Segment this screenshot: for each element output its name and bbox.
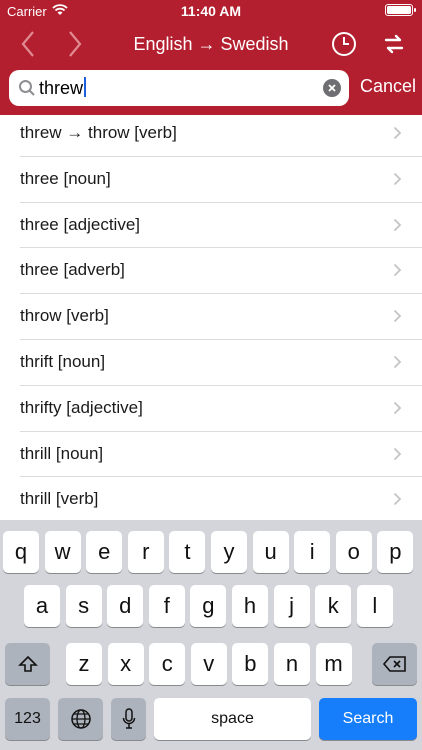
key-k[interactable]: k — [315, 585, 352, 627]
key-u[interactable]: u — [252, 531, 289, 573]
delete-key[interactable] — [372, 643, 417, 685]
chevron-right-icon — [393, 355, 402, 369]
key-v[interactable]: v — [190, 643, 227, 685]
chevron-right-icon — [393, 447, 402, 460]
list-item[interactable]: thrill [verb] — [20, 477, 422, 524]
battery-icon — [385, 4, 416, 16]
clock-icon[interactable] — [330, 30, 358, 58]
shift-icon — [17, 655, 38, 672]
key-q[interactable]: q — [3, 531, 39, 573]
backspace-icon — [382, 656, 406, 672]
list-item[interactable]: three [adjective] — [20, 203, 422, 249]
cancel-button[interactable]: Cancel — [360, 76, 416, 97]
list-item-label: threw → throw [verb] — [20, 123, 177, 142]
globe-key[interactable] — [58, 698, 103, 740]
shift-key[interactable] — [5, 643, 50, 685]
chevron-right-icon — [393, 493, 402, 506]
list-item[interactable]: thrift [noun] — [20, 340, 422, 386]
key-c[interactable]: c — [149, 643, 186, 685]
space-key[interactable]: space — [154, 698, 311, 740]
search-value: threw — [39, 78, 84, 98]
status-time: 11:40 AM — [180, 3, 242, 19]
key-b[interactable]: b — [232, 643, 269, 685]
results-list: threw → throw [verb] three [noun] three [a… — [0, 111, 422, 524]
swap-icon[interactable] — [380, 30, 408, 58]
search-key[interactable]: Search — [319, 698, 417, 740]
list-item[interactable]: throw [verb] — [20, 294, 422, 340]
key-p[interactable]: p — [377, 531, 414, 573]
page-title: English → Swedish — [133, 34, 289, 54]
key-h[interactable]: h — [232, 585, 268, 627]
key-e[interactable]: e — [86, 531, 123, 573]
list-item[interactable]: three [adverb] — [20, 248, 422, 295]
key-s[interactable]: s — [65, 585, 102, 627]
chevron-left-icon[interactable] — [13, 26, 45, 62]
key-x[interactable]: x — [107, 643, 144, 685]
list-item[interactable]: threw → throw [verb] — [20, 111, 422, 157]
status-bar: Carrier 11:40 AM — [0, 0, 422, 22]
header-bar: Carrier 11:40 AM English → Swedish threw… — [0, 0, 422, 115]
globe-icon — [70, 709, 91, 729]
key-j[interactable]: j — [273, 585, 310, 627]
key-y[interactable]: y — [211, 531, 247, 573]
key-r[interactable]: r — [127, 531, 164, 573]
key-n[interactable]: n — [274, 643, 310, 685]
list-item-label: thrill [verb] — [20, 489, 99, 509]
search-icon — [19, 80, 35, 96]
list-item-label: thrill [noun] — [20, 443, 104, 463]
key-t[interactable]: t — [169, 531, 206, 573]
list-item-label: thrifty [adjective] — [20, 397, 143, 417]
key-a[interactable]: a — [24, 585, 60, 627]
chevron-right-icon — [393, 401, 402, 414]
list-item-label: three [adverb] — [20, 260, 125, 280]
chevron-right-icon — [393, 264, 402, 277]
list-item[interactable]: thrill [noun] — [20, 432, 422, 478]
chevron-right-icon — [393, 310, 402, 323]
microphone-key[interactable] — [111, 698, 146, 740]
list-item[interactable]: three [noun] — [20, 157, 422, 203]
list-item-label: three [noun] — [20, 168, 111, 188]
key-w[interactable]: w — [44, 531, 81, 573]
clear-icon[interactable] — [323, 79, 341, 97]
nav-bar: English → Swedish — [0, 22, 422, 66]
text-caret — [84, 77, 87, 97]
search-input[interactable]: threw — [39, 77, 87, 99]
numbers-key[interactable]: 123 — [5, 698, 50, 740]
key-o[interactable]: o — [335, 531, 372, 573]
key-f[interactable]: f — [148, 585, 185, 627]
keyboard: q w e r t y u i o p a s d f g h j k l z x c v b n m 123 space Search — [0, 520, 422, 750]
microphone-icon — [122, 708, 135, 729]
list-item-label: three [adjective] — [20, 214, 141, 234]
list-item-label: thrift [noun] — [20, 351, 106, 371]
chevron-right-icon — [393, 126, 402, 140]
key-g[interactable]: g — [190, 585, 227, 627]
list-item[interactable]: thrifty [adjective] — [20, 386, 422, 432]
key-m[interactable]: m — [315, 643, 352, 685]
key-z[interactable]: z — [66, 643, 102, 685]
list-item-label: throw [verb] — [20, 306, 109, 326]
key-l[interactable]: l — [356, 585, 393, 627]
key-i[interactable]: i — [294, 531, 331, 573]
chevron-right-icon — [393, 172, 402, 185]
chevron-right-icon — [393, 218, 402, 231]
chevron-right-icon[interactable] — [58, 26, 90, 62]
search-field[interactable]: threw — [9, 70, 349, 106]
key-d[interactable]: d — [107, 585, 144, 627]
